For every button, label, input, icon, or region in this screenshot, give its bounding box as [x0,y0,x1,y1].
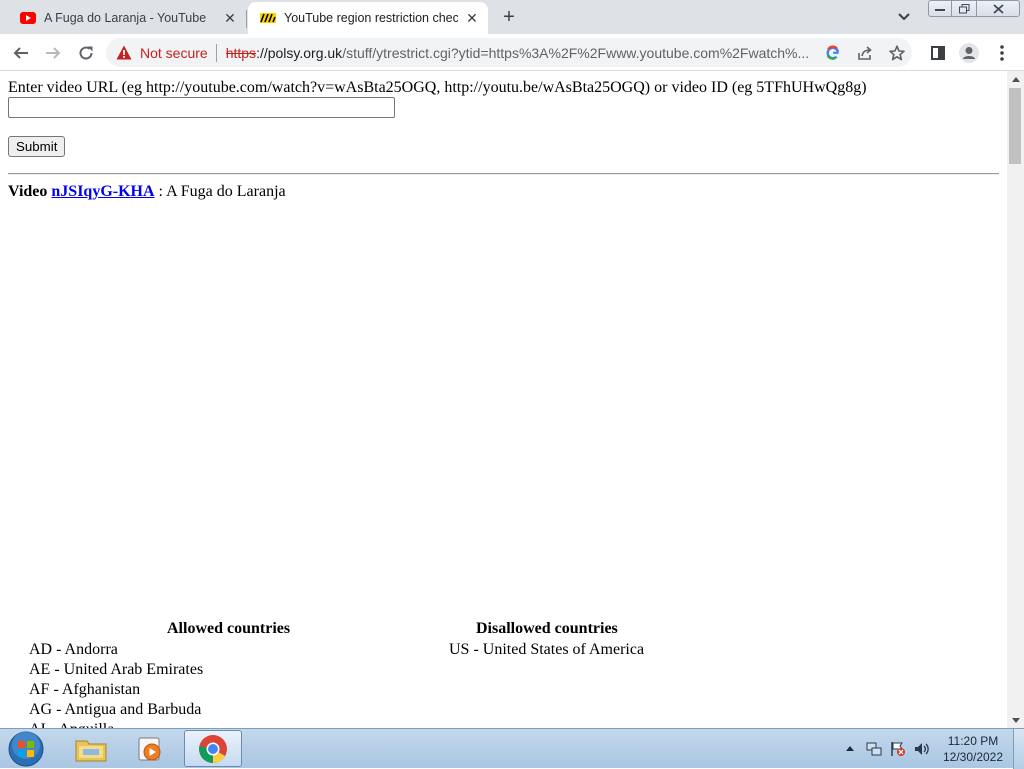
show-hidden-icons-icon[interactable] [844,741,856,755]
side-panel-icon[interactable] [928,43,948,63]
close-tab-icon[interactable]: ✕ [222,10,238,26]
country-item: AI - Anguilla [29,720,203,728]
minimize-button[interactable] [928,0,952,17]
restore-button[interactable] [951,0,977,17]
video-info-line: Video nJSIqyG-KHA : A Fuga do Laranja [8,183,286,201]
tab-title: YouTube region restriction checker [284,11,458,25]
allowed-countries-heading: Allowed countries [167,620,291,637]
youtube-icon [20,10,36,26]
volume-icon[interactable] [914,741,930,757]
site-favicon-icon [260,10,276,26]
tab-youtube[interactable]: A Fuga do Laranja - YouTube ✕ [8,2,246,34]
tab-search-chevron-icon[interactable] [894,8,914,26]
file-explorer-icon[interactable] [63,730,119,767]
video-id-link[interactable]: nJSIqyG-KHA [51,183,154,200]
clock-date: 12/30/2022 [942,750,1004,764]
chrome-icon[interactable] [184,730,242,767]
tab-divider [246,10,247,28]
windows-taskbar: 11:20 PM 12/30/2022 [0,728,1024,769]
country-item: US - United States of America [449,641,645,658]
url-prompt-label: Enter video URL (eg http://youtube.com/w… [8,79,867,96]
country-item: AG - Antigua and Barbuda [29,701,202,718]
video-url-input[interactable] [8,97,395,118]
country-item: AF - Afghanistan [29,681,141,698]
url-host: ://polsy.org.uk [256,44,343,61]
video-label: Video [8,183,48,200]
clock-time: 11:20 PM [947,734,999,748]
tab-strip: A Fuga do Laranja - YouTube ✕ YouTube re… [0,0,1024,34]
system-tray: 11:20 PM 12/30/2022 [840,729,1024,769]
new-tab-button[interactable]: + [498,6,520,28]
profile-avatar-icon[interactable] [959,43,979,63]
omnibox-divider [215,43,217,62]
action-center-flag-icon[interactable] [890,741,906,757]
scrollbar-thumb[interactable] [1009,88,1021,164]
system-clock[interactable]: 11:20 PM 12/30/2022 [938,733,1008,765]
forward-arrow-icon[interactable] [40,40,66,66]
show-desktop-button[interactable] [1013,729,1024,769]
start-orb-icon[interactable] [6,731,46,767]
disallowed-countries-heading: Disallowed countries [476,620,618,637]
tab-title: A Fuga do Laranja - YouTube [44,11,207,25]
scroll-down-arrow-icon[interactable] [1007,712,1024,728]
bookmark-star-icon[interactable] [888,44,906,62]
close-tab-icon[interactable]: ✕ [464,10,480,26]
page-content: Enter video URL (eg http://youtube.com/w… [0,71,1007,728]
country-item: AD - Andorra [29,641,118,658]
submit-button[interactable]: Submit [8,136,66,157]
allowed-countries-list: AD - Andorra AE - United Arab Emirates A… [29,640,203,728]
media-player-icon[interactable] [122,730,178,767]
tab-region-checker[interactable]: YouTube region restriction checker ✕ [248,2,488,34]
scroll-up-arrow-icon[interactable] [1007,71,1024,87]
google-translate-icon[interactable] [824,44,842,62]
url-text[interactable]: https://polsy.org.uk/stuff/ytrestrict.cg… [226,45,811,61]
disallowed-countries-list: US - United States of America [449,640,644,660]
reload-icon[interactable] [73,40,99,66]
kebab-menu-icon[interactable] [992,43,1012,63]
address-bar[interactable]: Not secure https://polsy.org.uk/stuff/yt… [106,38,912,67]
network-icon[interactable] [866,741,882,757]
url-scheme: https [225,44,257,61]
url-path: /stuff/ytrestrict.cgi?ytid=https%3A%2F%2… [342,44,810,61]
share-icon[interactable] [856,44,874,62]
video-title: A Fuga do Laranja [166,183,286,200]
not-secure-label[interactable]: Not secure [140,45,208,61]
country-item: AE - United Arab Emirates [29,661,204,678]
warning-icon[interactable] [116,45,132,61]
horizontal-rule [8,173,999,175]
video-title-separator: : [154,183,167,200]
back-arrow-icon[interactable] [8,40,34,66]
browser-toolbar: Not secure https://polsy.org.uk/stuff/yt… [0,34,1024,71]
window-close-button[interactable] [976,0,1020,17]
vertical-scrollbar[interactable] [1007,71,1024,728]
